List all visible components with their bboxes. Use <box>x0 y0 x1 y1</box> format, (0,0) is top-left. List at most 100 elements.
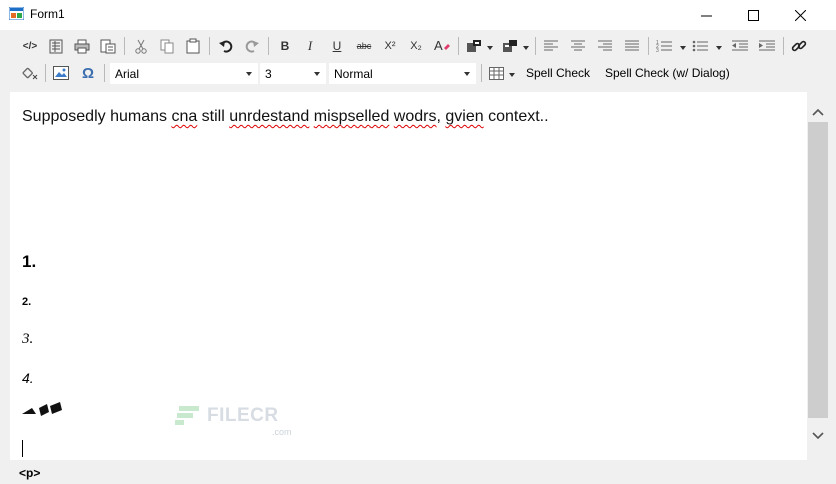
chevron-down-icon <box>680 46 686 50</box>
table-insert-icon <box>467 40 481 52</box>
eraser-icon <box>22 67 37 80</box>
insert-image-button[interactable] <box>51 63 71 83</box>
text-run: still <box>197 108 230 125</box>
current-element-tag[interactable]: <p> <box>19 466 40 480</box>
table-icon <box>488 66 504 80</box>
close-button[interactable] <box>777 0 823 30</box>
misspelled-word[interactable]: gvien <box>445 108 483 125</box>
copy-button[interactable] <box>157 36 177 56</box>
source-view-button[interactable]: </> <box>20 36 40 56</box>
align-center-button[interactable] <box>568 36 588 56</box>
chevron-down-icon <box>246 72 252 76</box>
chevron-down-icon <box>523 46 529 50</box>
paste-from-word-button[interactable] <box>98 36 118 56</box>
font-family-select[interactable]: Arial <box>110 63 258 84</box>
maximize-button[interactable] <box>730 0 776 30</box>
outdent-button[interactable] <box>730 36 750 56</box>
toolbar-separator <box>124 37 125 55</box>
special-character-button[interactable]: Ω <box>78 63 98 83</box>
hyperlink-button[interactable] <box>789 36 809 56</box>
app-icon <box>9 7 24 20</box>
superscript-button[interactable]: X² <box>380 36 400 56</box>
text-caret <box>22 440 23 457</box>
bulleted-list-button[interactable] <box>690 36 710 56</box>
toolbar-separator <box>45 64 46 82</box>
table-button[interactable] <box>486 63 506 83</box>
misspelled-word[interactable]: cna <box>171 108 197 125</box>
clipboard-icon <box>186 38 200 54</box>
print-button[interactable] <box>72 36 92 56</box>
text-run: context.. <box>483 108 549 125</box>
spell-check-button[interactable]: Spell Check <box>526 66 590 80</box>
scissors-icon <box>135 39 147 54</box>
font-family-value: Arial <box>115 67 140 81</box>
copy-icon <box>160 39 173 53</box>
image-icon <box>53 66 69 80</box>
vertical-scrollbar[interactable] <box>807 92 829 460</box>
heading-2: 2. <box>22 296 32 308</box>
italic-button[interactable]: I <box>300 36 320 56</box>
undo-button[interactable] <box>216 36 236 56</box>
heading-1: 1. <box>22 252 37 271</box>
justify-button[interactable] <box>622 36 642 56</box>
chevron-down-icon <box>716 46 722 50</box>
scroll-up-button[interactable] <box>807 104 829 120</box>
indent-icon <box>759 40 775 51</box>
misspelled-word[interactable]: wodrs <box>394 108 437 125</box>
align-left-icon <box>544 40 558 51</box>
font-color-button[interactable]: A <box>432 36 452 56</box>
omega-icon: Ω <box>81 64 95 82</box>
indent-button[interactable] <box>757 36 777 56</box>
align-right-button[interactable] <box>595 36 615 56</box>
status-bar: <p> <box>0 460 836 484</box>
underline-button[interactable]: U <box>327 36 347 56</box>
scroll-down-button[interactable] <box>807 428 829 444</box>
strikethrough-button[interactable]: abc <box>354 36 374 56</box>
minimize-button[interactable] <box>683 0 729 30</box>
chevron-down-icon <box>812 432 824 440</box>
undo-icon <box>219 40 233 53</box>
title-bar: Form1 <box>0 0 836 30</box>
toolbar-separator <box>458 37 459 55</box>
redo-button[interactable] <box>242 36 262 56</box>
bold-icon: B <box>280 39 290 53</box>
toolbar-separator <box>104 64 105 82</box>
editor-paragraph: Supposedly humans cna still unrdestand m… <box>22 108 549 126</box>
font-size-select[interactable]: 3 <box>260 63 326 84</box>
document-properties-button[interactable] <box>46 36 66 56</box>
outdent-icon <box>732 40 748 51</box>
paragraph-style-select[interactable]: Normal <box>329 63 476 84</box>
text-run: Supposedly humans <box>22 108 172 125</box>
font-toolbar: Ω Arial 3 Normal Spell Check Spell Check… <box>0 60 836 86</box>
align-right-icon <box>598 40 612 51</box>
misspelled-word[interactable]: unrdestand <box>229 108 309 125</box>
toolbar-separator <box>783 37 784 55</box>
subscript-button[interactable]: X₂ <box>406 36 426 56</box>
align-justify-icon <box>625 40 639 51</box>
paste-button[interactable] <box>183 36 203 56</box>
table-cell-menu[interactable] <box>500 36 520 56</box>
numbered-list-icon: 123 <box>656 40 672 53</box>
redo-icon <box>245 40 259 53</box>
editor-content[interactable]: Supposedly humans cna still unrdestand m… <box>10 92 807 460</box>
heading-4: 4. <box>22 370 34 386</box>
toolbar-separator <box>268 37 269 55</box>
svg-text:A: A <box>434 38 443 53</box>
numbered-list-button[interactable]: 123 <box>654 36 674 56</box>
scroll-thumb[interactable] <box>808 122 828 418</box>
spell-check-dialog-button[interactable]: Spell Check (w/ Dialog) <box>605 66 730 80</box>
misspelled-word[interactable]: mispselled <box>314 108 390 125</box>
toolbar-separator <box>481 64 482 82</box>
toolbar-separator <box>209 37 210 55</box>
bold-button[interactable]: B <box>275 36 295 56</box>
paragraph-style-value: Normal <box>334 67 373 81</box>
cut-button[interactable] <box>131 36 151 56</box>
window-title: Form1 <box>30 7 65 21</box>
insert-table-menu[interactable] <box>464 36 484 56</box>
font-size-value: 3 <box>265 67 272 81</box>
clear-format-button[interactable] <box>20 63 40 83</box>
chevron-down-icon <box>464 72 470 76</box>
paste-word-icon <box>100 39 116 54</box>
align-left-button[interactable] <box>541 36 561 56</box>
align-center-icon <box>571 40 585 51</box>
